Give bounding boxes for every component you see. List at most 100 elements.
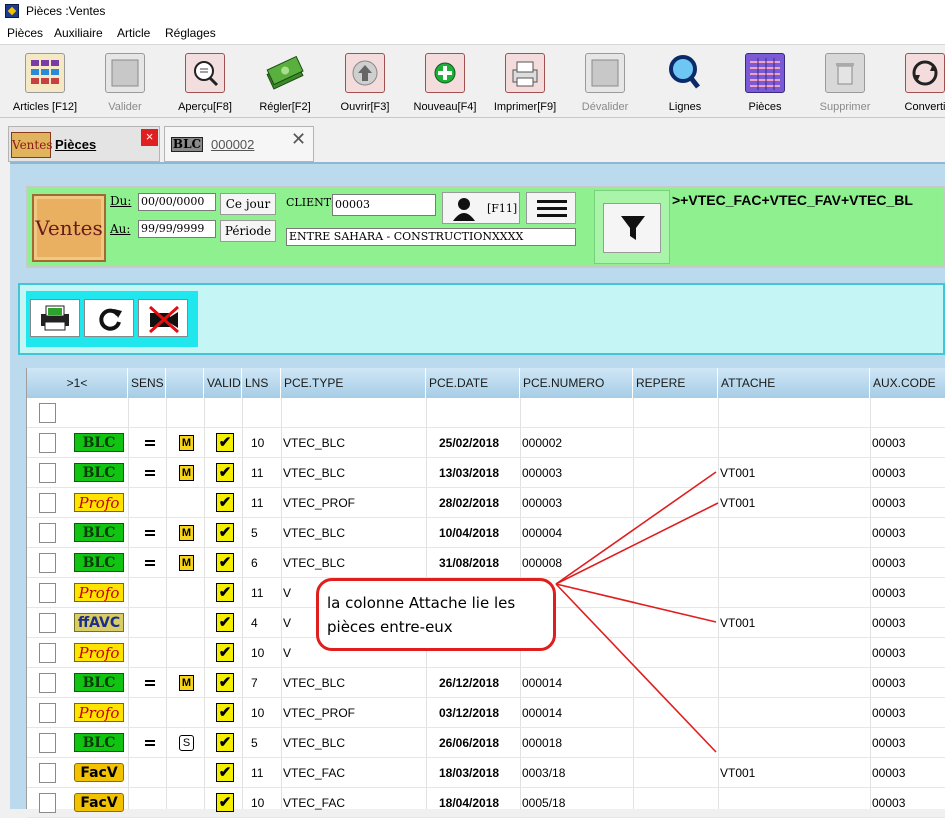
window-title: Pièces :Ventes: [26, 4, 106, 18]
piece-type-badge: BLC: [74, 463, 124, 482]
table-row[interactable]: BLC M ✔ 6 VTEC_BLC 31/08/2018 000008 00003: [27, 548, 945, 578]
col-header-aux-code[interactable]: AUX.CODE: [870, 368, 945, 398]
cell-pce-type: VTEC_PROF: [283, 706, 356, 720]
ventes-logo: Ventes: [32, 194, 106, 262]
camera-off-button[interactable]: [138, 299, 188, 337]
cell-repere: [635, 488, 715, 518]
callout-line-1: la colonne Attache lie les: [327, 594, 516, 612]
valid-check-icon[interactable]: ✔: [216, 433, 234, 452]
valider-label: Valider: [108, 101, 142, 113]
col-header-attache[interactable]: ATTACHE: [718, 368, 870, 398]
tab-blc-000002[interactable]: BLC 000002 ✕: [164, 126, 314, 162]
table-row[interactable]: BLC M ✔ 11 VTEC_BLC 13/03/2018 000003 VT001 0000…: [27, 458, 945, 488]
valider-button[interactable]: Valider: [85, 51, 165, 117]
col-header-pce-type[interactable]: PCE.TYPE: [281, 368, 426, 398]
convert-icon: [905, 53, 945, 93]
imprimer-button[interactable]: Imprimer[F9]: [485, 51, 565, 117]
articles-button[interactable]: Articles [F12]: [5, 51, 85, 117]
table-row[interactable]: BLC S ✔ 5 VTEC_BLC 26/06/2018 000018 00003: [27, 728, 945, 758]
col-header-valid[interactable]: VALID: [204, 368, 242, 398]
table-row[interactable]: [27, 398, 945, 428]
toolbar: Articles [F12] Valider Aperçu[F8] Régler…: [0, 44, 945, 118]
tab-strip: Ventes Pièces × BLC 000002 ✕: [0, 122, 945, 162]
valid-check-icon[interactable]: ✔: [216, 793, 234, 812]
table-row[interactable]: BLC M ✔ 5 VTEC_BLC 10/04/2018 000004 00003: [27, 518, 945, 548]
du-date-input[interactable]: 00/00/0000: [138, 193, 216, 211]
devalider-button[interactable]: Dévalider: [565, 51, 645, 117]
table-row[interactable]: BLC M ✔ 10 VTEC_BLC 25/02/2018 000002 00003: [27, 428, 945, 458]
tab-close-icon[interactable]: ✕: [291, 129, 306, 150]
row-select-checkbox[interactable]: [39, 763, 56, 783]
cell-repere: [635, 458, 715, 488]
supprimer-button[interactable]: Supprimer: [805, 51, 885, 117]
col-header-lns[interactable]: LNS: [242, 368, 281, 398]
row-select-checkbox[interactable]: [39, 553, 56, 573]
table-row[interactable]: Profo ✔ 11 VTEC_PROF 28/02/2018 000003 VT001 00…: [27, 488, 945, 518]
nouveau-button[interactable]: Nouveau[F4]: [405, 51, 485, 117]
valid-check-icon[interactable]: ✔: [216, 703, 234, 722]
row-select-checkbox[interactable]: [39, 703, 56, 723]
valid-check-icon[interactable]: ✔: [216, 463, 234, 482]
menu-list-button[interactable]: [526, 192, 576, 224]
valid-check-icon[interactable]: ✔: [216, 613, 234, 632]
periode-button[interactable]: Période: [220, 220, 276, 242]
row-select-checkbox[interactable]: [39, 733, 56, 753]
valid-check-icon[interactable]: ✔: [216, 763, 234, 782]
row-select-checkbox[interactable]: [39, 793, 56, 813]
row-select-checkbox[interactable]: [39, 583, 56, 603]
tab-pieces-label: Pièces: [55, 137, 97, 152]
col-header-repere[interactable]: REPERE: [633, 368, 718, 398]
ouvrir-button[interactable]: Ouvrir[F3]: [325, 51, 405, 117]
row-select-checkbox[interactable]: [39, 523, 56, 543]
valid-check-icon[interactable]: ✔: [216, 493, 234, 512]
col-header-pce-numero[interactable]: PCE.NUMERO: [520, 368, 633, 398]
valid-check-icon[interactable]: ✔: [216, 553, 234, 572]
table-row[interactable]: FacV ✔ 10 VTEC_FAC 18/04/2018 0005/18 00003: [27, 788, 945, 818]
menu-article[interactable]: Article: [117, 26, 150, 40]
export-xls-button[interactable]: [30, 299, 80, 337]
au-date-input[interactable]: 99/99/9999: [138, 220, 216, 238]
valid-check-icon[interactable]: ✔: [216, 673, 234, 692]
tab-close-icon[interactable]: ×: [141, 129, 158, 146]
cell-aux-code: 00003: [872, 556, 906, 570]
cell-repere: [635, 758, 715, 788]
col-header-pce-date[interactable]: PCE.DATE: [426, 368, 520, 398]
mark-m-badge: M: [179, 555, 194, 571]
row-select-checkbox[interactable]: [39, 403, 56, 423]
valid-check-icon[interactable]: ✔: [216, 583, 234, 602]
row-select-checkbox[interactable]: [39, 433, 56, 453]
menu-auxiliaire[interactable]: Auxiliaire: [54, 26, 103, 40]
client-lookup-button[interactable]: [F11]: [442, 192, 520, 224]
refresh-button[interactable]: [84, 299, 134, 337]
ce-jour-button[interactable]: Ce jour: [220, 193, 276, 215]
valid-check-icon[interactable]: ✔: [216, 733, 234, 752]
row-select-checkbox[interactable]: [39, 643, 56, 663]
person-icon: [453, 198, 475, 221]
regler-button[interactable]: Régler[F2]: [245, 51, 325, 117]
col-header-select[interactable]: >1<: [27, 368, 128, 398]
client-code-input[interactable]: 00003: [332, 194, 436, 216]
col-header-mark[interactable]: [166, 368, 204, 398]
menu-reglages[interactable]: Réglages: [165, 26, 216, 40]
table-row[interactable]: Profo ✔ 10 VTEC_PROF 03/12/2018 000014 00003: [27, 698, 945, 728]
tab-pieces[interactable]: Ventes Pièces ×: [8, 126, 160, 162]
valid-check-icon[interactable]: ✔: [216, 523, 234, 542]
table-row[interactable]: FacV ✔ 11 VTEC_FAC 18/03/2018 0003/18 VT001 000…: [27, 758, 945, 788]
row-select-checkbox[interactable]: [39, 673, 56, 693]
convertir-button[interactable]: Converti: [885, 51, 945, 117]
filter-button[interactable]: [603, 203, 661, 253]
row-select-checkbox[interactable]: [39, 463, 56, 483]
row-select-checkbox[interactable]: [39, 613, 56, 633]
menu-pieces[interactable]: Pièces: [7, 26, 43, 40]
table-row[interactable]: BLC M ✔ 7 VTEC_BLC 26/12/2018 000014 00003: [27, 668, 945, 698]
row-select-checkbox[interactable]: [39, 493, 56, 513]
cell-pce-type: VTEC_BLC: [283, 466, 346, 480]
apercu-button[interactable]: Aperçu[F8]: [165, 51, 245, 117]
pieces-button[interactable]: Pièces: [725, 51, 805, 117]
lignes-button[interactable]: Lignes: [645, 51, 725, 117]
cell-repere: [635, 428, 715, 458]
imprimer-label: Imprimer[F9]: [493, 101, 557, 113]
col-header-sens[interactable]: SENS: [128, 368, 166, 398]
cell-pce-numero: [522, 398, 630, 428]
valid-check-icon[interactable]: ✔: [216, 643, 234, 662]
